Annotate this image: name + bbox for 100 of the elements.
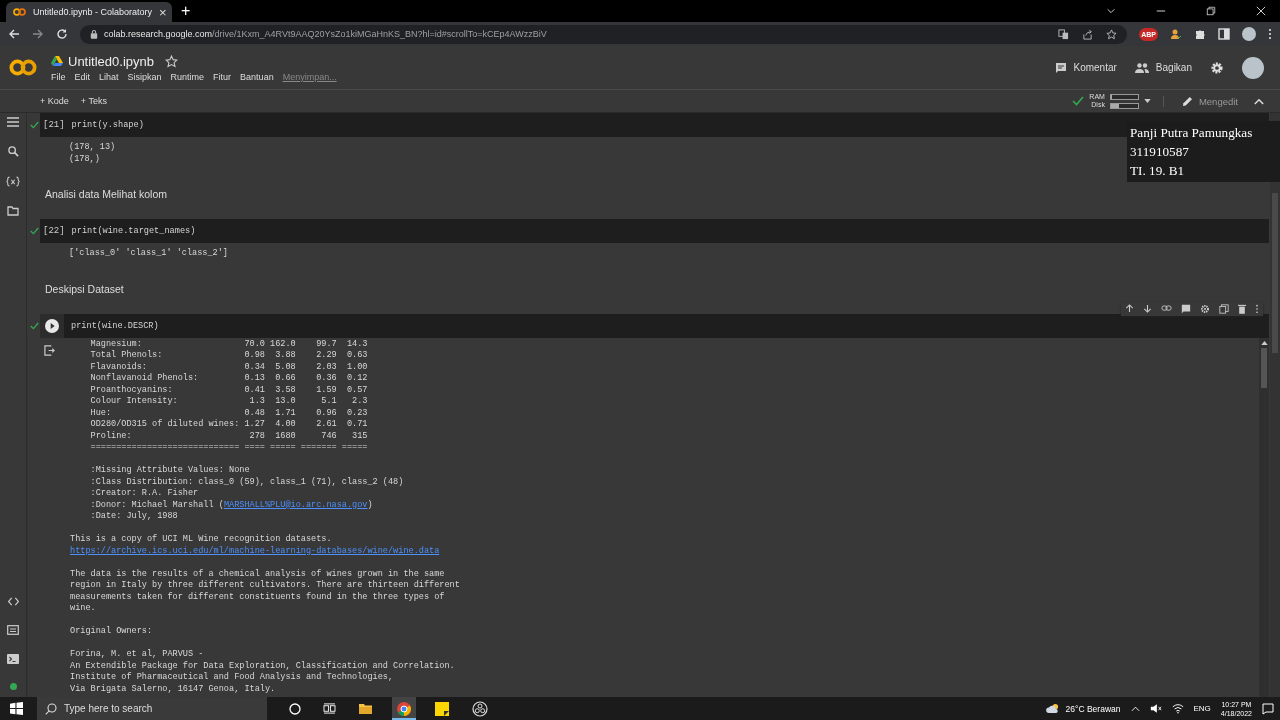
- taskbar-app[interactable]: [392, 697, 416, 720]
- share-icon[interactable]: [1082, 28, 1094, 40]
- star-icon[interactable]: [165, 54, 178, 68]
- variables-icon[interactable]: [6, 176, 20, 187]
- output-text: Colour Intensity: 1.3 13.0 5.1 2.3: [89, 396, 368, 408]
- comment-button[interactable]: Komentar: [1054, 59, 1117, 76]
- output-text: (178,): [69, 153, 100, 165]
- add-cell-button[interactable]: + Kode: [36, 94, 73, 108]
- menu-item[interactable]: Edit: [74, 71, 91, 82]
- colab-logo[interactable]: [9, 59, 37, 76]
- tab-title: Untitled0.ipynb - Colaboratory: [33, 7, 153, 17]
- side-panel-icon[interactable]: [1218, 28, 1230, 40]
- task-view-icon[interactable]: [323, 703, 336, 714]
- arrow-up-icon[interactable]: [1125, 304, 1134, 313]
- copy-icon[interactable]: [1219, 303, 1229, 314]
- output-text: Total Phenols: 0.98 3.88 2.29 0.63: [89, 350, 368, 362]
- code-cell[interactable]: print(wine.DESCR): [40, 313, 1269, 338]
- menu-item[interactable]: Runtime: [170, 71, 205, 82]
- menu-item[interactable]: Lihat: [99, 71, 119, 82]
- output-text: Proline: 278 1680 746 315: [89, 430, 368, 442]
- settings-icon[interactable]: [1210, 60, 1224, 75]
- collapse-chevron-icon[interactable]: [1254, 97, 1264, 105]
- output-text: :Creator: R.A. Fisher: [89, 488, 199, 500]
- avatar[interactable]: [1242, 56, 1264, 79]
- email-link[interactable]: MARSHALL%PLU@io.arc.nasa.gov: [223, 499, 368, 510]
- page-scrollbar[interactable]: [1270, 113, 1280, 697]
- notebook-title[interactable]: Untitled0.ipynb: [68, 53, 154, 69]
- scrollbar[interactable]: [1259, 337, 1269, 697]
- terminal-icon[interactable]: [7, 654, 19, 664]
- caption-text: 311910587: [1130, 143, 1189, 161]
- arrow-down-icon[interactable]: [1143, 304, 1152, 313]
- reload-icon[interactable]: [56, 28, 68, 40]
- forward-arrow-icon[interactable]: [32, 28, 44, 40]
- language-indicator[interactable]: ENG: [1193, 704, 1211, 713]
- resource-meter: [1109, 102, 1139, 109]
- code-icon[interactable]: [7, 597, 19, 606]
- code-line: print(y.shape): [71, 120, 144, 130]
- scroll-up-icon[interactable]: [1260, 340, 1268, 345]
- add-cell-button[interactable]: + Teks: [76, 94, 111, 108]
- save-status: Menyimpan...: [282, 71, 337, 82]
- output-text: :Missing Attribute Values: None: [89, 465, 250, 477]
- taskbar-search-field[interactable]: Type here to search: [64, 700, 254, 717]
- text-cell: Deskipsi Dataset: [45, 282, 124, 295]
- new-tab-button[interactable]: +: [181, 1, 191, 21]
- circle-logo-icon: [472, 700, 488, 717]
- comment-icon[interactable]: [1181, 303, 1191, 314]
- link-icon[interactable]: [1161, 305, 1172, 312]
- output-text: :Date: July, 1988: [89, 511, 178, 523]
- chevron-down-icon[interactable]: [1106, 6, 1116, 16]
- notification-icon[interactable]: [1262, 702, 1274, 715]
- folder-icon[interactable]: [7, 206, 19, 216]
- output-icon[interactable]: [43, 344, 55, 356]
- menu-item[interactable]: Bantuan: [240, 71, 274, 82]
- restore-icon[interactable]: [1206, 6, 1216, 16]
- play-button-icon[interactable]: [45, 318, 59, 333]
- menu-item[interactable]: Sisipkan: [127, 71, 162, 82]
- colab-logo-icon: [13, 8, 26, 16]
- taskbar-search-box[interactable]: Type here to search: [37, 697, 267, 720]
- output-text: (178, 13): [69, 142, 116, 154]
- drive-icon: [51, 56, 63, 66]
- more-vertical-icon[interactable]: [1268, 28, 1272, 40]
- weather-widget[interactable]: 26°C Berawan: [1045, 703, 1121, 714]
- browser-tab[interactable]: Untitled0.ipynb - Colaboratory ×: [6, 2, 172, 22]
- output-link[interactable]: https://archive.ics.uci.edu/ml/machine-learning-databases/wine/wine.data: [70, 545, 440, 557]
- menu-item[interactable]: File: [51, 71, 66, 82]
- keyboard-icon[interactable]: [7, 625, 19, 635]
- execution-count: [22]: [43, 226, 65, 236]
- menu-icon[interactable]: [7, 117, 19, 127]
- more-vertical-icon[interactable]: [1255, 303, 1259, 314]
- settings-icon[interactable]: [1200, 303, 1210, 314]
- editing-mode-button[interactable]: Mengedit: [1162, 95, 1250, 107]
- output-text: Nonflavanoid Phenols: 0.13 0.66 0.36 0.12: [89, 373, 368, 385]
- browser-icon: [396, 700, 412, 717]
- back-arrow-icon[interactable]: [8, 28, 20, 40]
- lock-icon: [90, 29, 98, 39]
- output-text: Proanthocyanins: 0.41 3.58 1.59 0.57: [89, 384, 368, 396]
- code-cell[interactable]: [22] print(wine.target_names): [40, 219, 1269, 243]
- check-icon: [1072, 96, 1085, 106]
- text-cell: Analisi data Melihat kolom: [45, 188, 167, 200]
- close-tab-button[interactable]: ×: [159, 4, 167, 20]
- dropdown-icon: [1143, 99, 1151, 103]
- search-icon[interactable]: [7, 146, 19, 157]
- cortana-circle-icon[interactable]: [289, 702, 301, 715]
- wifi-icon[interactable]: [1171, 703, 1184, 714]
- translate-icon[interactable]: [1058, 28, 1070, 40]
- windows-start-icon[interactable]: [10, 702, 23, 715]
- note-icon: [434, 700, 450, 717]
- output-text: Original Owners:: [70, 626, 153, 638]
- menu-item[interactable]: Fitur: [213, 71, 232, 82]
- person-check-icon[interactable]: [1170, 28, 1182, 40]
- resource-meter: [1109, 93, 1139, 100]
- close-icon[interactable]: [1256, 6, 1266, 16]
- mute-speaker-icon[interactable]: [1149, 703, 1162, 714]
- star-icon[interactable]: [1106, 28, 1118, 40]
- output-text: This is a copy of UCI ML Wine recognition datasets.: [70, 534, 332, 546]
- share-button[interactable]: Bagikan: [1134, 60, 1192, 75]
- delete-icon[interactable]: [1238, 303, 1246, 314]
- people-icon: [1134, 62, 1149, 73]
- chevron-up-icon[interactable]: [1130, 705, 1140, 712]
- avatar[interactable]: [1242, 27, 1256, 41]
